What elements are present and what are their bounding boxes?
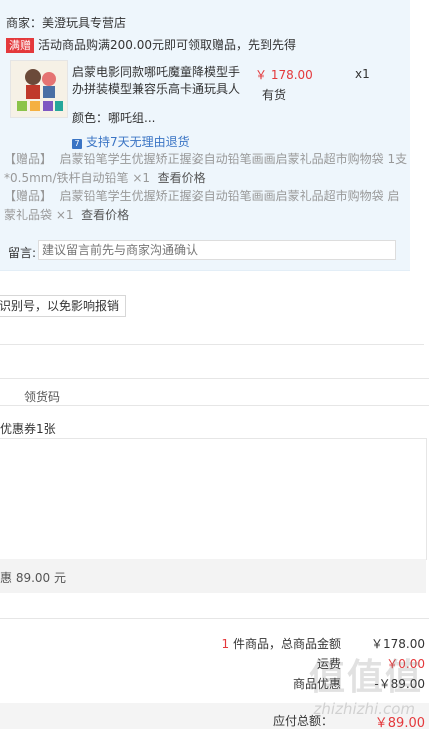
shop-name[interactable]: 商家：美澄玩具专营店: [6, 14, 126, 31]
product-price: ￥ 178.00: [255, 68, 313, 82]
stock-status: 有货: [262, 88, 287, 102]
product-title[interactable]: 启蒙电影同款哪吒魔童降模型手办拼装模型兼容乐高卡通玩具人: [72, 64, 246, 98]
watermark-logo: 值值值: [308, 657, 423, 698]
gift-prefix: 【赠品】: [4, 152, 53, 166]
note-input[interactable]: [38, 240, 396, 260]
gift-item: 【赠品】 启蒙铅笔学生优握矫正握姿自动铅笔画画启蒙礼品超市购物袋 1支*0.5m…: [4, 150, 408, 188]
gift-item: 【赠品】 启蒙铅笔学生优握矫正握姿自动铅笔画画启蒙礼品超市购物袋 启蒙礼品袋 ×…: [4, 187, 408, 225]
return-policy-text: 支持7天无理由退货: [86, 135, 190, 149]
product-color: 颜色：哪吒组...: [72, 111, 156, 125]
pickup-code-title: 领货码: [24, 390, 61, 404]
coupon-discount: 惠 89.00 元: [0, 571, 66, 585]
coupon-list-panel: [0, 438, 427, 560]
return-policy-icon: 7: [72, 139, 82, 149]
toy-figure-image: [11, 61, 67, 117]
watermark-url: zhizhizhi.com: [313, 700, 415, 718]
promo-text: 活动商品购满200.00元即可领取赠品，先到先得: [38, 38, 296, 52]
gift-prefix: 【赠品】: [4, 189, 53, 203]
product-thumbnail[interactable]: [10, 60, 68, 118]
coupon-summary[interactable]: 优惠券1张: [0, 420, 56, 437]
gift-price-link[interactable]: 查看价格: [81, 208, 129, 222]
divider: [0, 378, 429, 379]
divider: [0, 405, 429, 406]
promo-tag: 满赠: [6, 38, 34, 53]
note-label: 留言:: [8, 246, 37, 260]
gift-price-link[interactable]: 查看价格: [158, 171, 206, 185]
return-policy[interactable]: 7 支持7天无理由退货: [72, 133, 190, 150]
invoice-tip: 识别号，以免影响报销: [0, 295, 127, 317]
gift-name: 启蒙铅笔学生优握矫正握姿自动铅笔画画启蒙礼品超市购物袋 启蒙礼品袋 ×1: [4, 189, 400, 222]
divider: [0, 618, 429, 619]
divider: [0, 344, 424, 345]
promo-row: 满赠 活动商品购满200.00元即可领取赠品，先到先得: [6, 36, 296, 53]
product-quantity: x1: [355, 67, 370, 81]
